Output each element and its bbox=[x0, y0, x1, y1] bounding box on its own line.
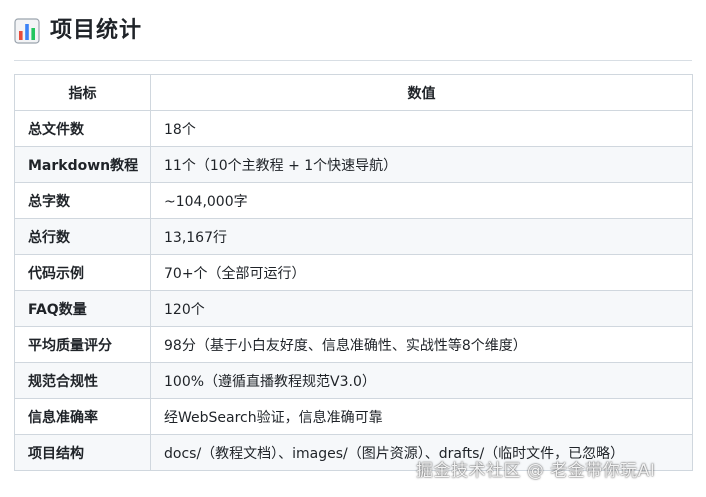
column-header-value: 数值 bbox=[150, 74, 693, 111]
value-cell: 11个（10个主教程 + 1个快速导航） bbox=[150, 146, 693, 183]
value-cell: 70+个（全部可运行） bbox=[150, 254, 693, 291]
table-header-row: 指标 数值 bbox=[14, 74, 693, 111]
metric-cell: FAQ数量 bbox=[14, 290, 151, 327]
watermark: 掘金技术社区 @ 老金带你玩AI bbox=[416, 461, 656, 481]
metric-cell: 规范合规性 bbox=[14, 362, 151, 399]
table-row: 总行数 13,167行 bbox=[14, 218, 693, 255]
value-cell: 经WebSearch验证，信息准确可靠 bbox=[150, 398, 693, 435]
table-row: 规范合规性 100%（遵循直播教程规范V3.0） bbox=[14, 362, 693, 399]
section-heading: 项目统计 bbox=[14, 18, 142, 44]
bar-chart-emoji-icon bbox=[14, 18, 40, 44]
table-row: FAQ数量 120个 bbox=[14, 290, 693, 327]
table-row: 平均质量评分 98分（基于小白友好度、信息准确性、实战性等8个维度） bbox=[14, 326, 693, 363]
metric-cell: 平均质量评分 bbox=[14, 326, 151, 363]
metric-cell: 总字数 bbox=[14, 182, 151, 219]
heading-divider bbox=[14, 60, 692, 61]
metric-cell: Markdown教程 bbox=[14, 146, 151, 183]
stats-table: 指标 数值 总文件数 18个 Markdown教程 11个（10个主教程 + 1… bbox=[14, 74, 693, 471]
column-header-metric: 指标 bbox=[14, 74, 151, 111]
table-row: 信息准确率 经WebSearch验证，信息准确可靠 bbox=[14, 398, 693, 435]
table-row: 总字数 ~104,000字 bbox=[14, 182, 693, 219]
value-cell: 98分（基于小白友好度、信息准确性、实战性等8个维度） bbox=[150, 326, 693, 363]
table-row: 总文件数 18个 bbox=[14, 110, 693, 147]
table-row: 代码示例 70+个（全部可运行） bbox=[14, 254, 693, 291]
value-cell: ~104,000字 bbox=[150, 182, 693, 219]
value-cell: 13,167行 bbox=[150, 218, 693, 255]
metric-cell: 信息准确率 bbox=[14, 398, 151, 435]
metric-cell: 总文件数 bbox=[14, 110, 151, 147]
metric-cell: 代码示例 bbox=[14, 254, 151, 291]
value-cell: 18个 bbox=[150, 110, 693, 147]
value-cell: 100%（遵循直播教程规范V3.0） bbox=[150, 362, 693, 399]
value-cell: 120个 bbox=[150, 290, 693, 327]
table-row: Markdown教程 11个（10个主教程 + 1个快速导航） bbox=[14, 146, 693, 183]
metric-cell: 项目结构 bbox=[14, 434, 151, 471]
metric-cell: 总行数 bbox=[14, 218, 151, 255]
page-title: 项目统计 bbox=[50, 18, 143, 43]
